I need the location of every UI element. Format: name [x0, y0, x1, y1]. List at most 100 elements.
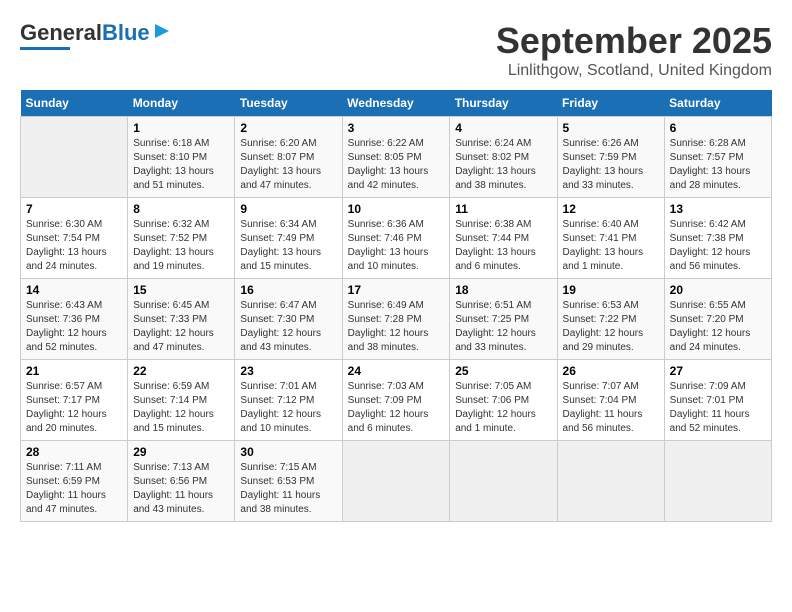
day-info: Sunrise: 6:49 AMSunset: 7:28 PMDaylight:…: [348, 299, 445, 355]
day-number: 1: [133, 121, 229, 135]
day-number: 16: [240, 283, 336, 297]
calendar-cell: 19Sunrise: 6:53 AMSunset: 7:22 PMDayligh…: [557, 279, 664, 360]
day-info: Sunrise: 6:26 AMSunset: 7:59 PMDaylight:…: [563, 137, 659, 193]
day-number: 12: [563, 202, 659, 216]
calendar-cell: 14 Sunrise: 6:43 AMSunset: 7:36 PMDayligh…: [21, 279, 128, 360]
day-info: Sunrise: 6:43 AMSunset: 7:36 PMDaylight:…: [26, 299, 122, 355]
calendar-cell: 6Sunrise: 6:28 AMSunset: 7:57 PMDaylight…: [664, 117, 771, 198]
day-number: 18: [455, 283, 551, 297]
calendar-cell: 8 Sunrise: 6:32 AMSunset: 7:52 PMDaylight…: [128, 198, 235, 279]
calendar-cell: 24 Sunrise: 7:03 AMSunset: 7:09 PMDayligh…: [342, 360, 450, 441]
day-number: 19: [563, 283, 659, 297]
calendar-week-row: 14 Sunrise: 6:43 AMSunset: 7:36 PMDayligh…: [21, 279, 772, 360]
day-number: 26: [563, 364, 659, 378]
day-info: Sunrise: 6:57 AMSunset: 7:17 PMDaylight:…: [26, 380, 122, 436]
day-number: 13: [670, 202, 766, 216]
day-info: Sunrise: 6:59 AMSunset: 7:14 PMDaylight:…: [133, 380, 229, 436]
day-number: 7: [26, 202, 122, 216]
calendar-cell: 7 Sunrise: 6:30 AMSunset: 7:54 PMDaylight…: [21, 198, 128, 279]
calendar-cell: 23 Sunrise: 7:01 AMSunset: 7:12 PMDayligh…: [235, 360, 342, 441]
calendar-cell: 9 Sunrise: 6:34 AMSunset: 7:49 PMDaylight…: [235, 198, 342, 279]
day-info: Sunrise: 7:15 AMSunset: 6:53 PMDaylight:…: [240, 461, 336, 517]
day-number: 23: [240, 364, 336, 378]
calendar-week-row: 28 Sunrise: 7:11 AMSunset: 6:59 PMDayligh…: [21, 441, 772, 522]
calendar-cell: 3 Sunrise: 6:22 AMSunset: 8:05 PMDaylight…: [342, 117, 450, 198]
calendar-cell: 17 Sunrise: 6:49 AMSunset: 7:28 PMDayligh…: [342, 279, 450, 360]
day-number: 15: [133, 283, 229, 297]
day-number: 30: [240, 445, 336, 459]
calendar-cell: 11 Sunrise: 6:38 AMSunset: 7:44 PMDayligh…: [450, 198, 557, 279]
calendar-cell: 25 Sunrise: 7:05 AMSunset: 7:06 PMDayligh…: [450, 360, 557, 441]
day-info: Sunrise: 7:05 AMSunset: 7:06 PMDaylight:…: [455, 380, 551, 436]
calendar-cell: [21, 117, 128, 198]
day-info: Sunrise: 6:32 AMSunset: 7:52 PMDaylight:…: [133, 218, 229, 274]
month-title: September 2025: [496, 20, 772, 62]
calendar-cell: 29 Sunrise: 7:13 AMSunset: 6:56 PMDayligh…: [128, 441, 235, 522]
calendar-cell: 5Sunrise: 6:26 AMSunset: 7:59 PMDaylight…: [557, 117, 664, 198]
calendar-cell: 21 Sunrise: 6:57 AMSunset: 7:17 PMDayligh…: [21, 360, 128, 441]
day-number: 4: [455, 121, 551, 135]
calendar-cell: [450, 441, 557, 522]
day-number: 25: [455, 364, 551, 378]
logo: GeneralBlue: [20, 20, 171, 50]
calendar-cell: 10Sunrise: 6:36 AMSunset: 7:46 PMDayligh…: [342, 198, 450, 279]
day-info: Sunrise: 7:11 AMSunset: 6:59 PMDaylight:…: [26, 461, 122, 517]
day-info: Sunrise: 6:55 AMSunset: 7:20 PMDaylight:…: [670, 299, 766, 355]
calendar-cell: [557, 441, 664, 522]
day-info: Sunrise: 6:20 AMSunset: 8:07 PMDaylight:…: [240, 137, 336, 193]
calendar-cell: 12 Sunrise: 6:40 AMSunset: 7:41 PMDayligh…: [557, 198, 664, 279]
day-info: Sunrise: 7:13 AMSunset: 6:56 PMDaylight:…: [133, 461, 229, 517]
day-number: 3: [348, 121, 445, 135]
day-info: Sunrise: 6:24 AMSunset: 8:02 PMDaylight:…: [455, 137, 551, 193]
logo-icon: [153, 22, 171, 40]
day-number: 24: [348, 364, 445, 378]
day-info: Sunrise: 6:38 AMSunset: 7:44 PMDaylight:…: [455, 218, 551, 274]
location: Linlithgow, Scotland, United Kingdom: [496, 62, 772, 80]
column-header-friday: Friday: [557, 90, 664, 117]
calendar-cell: 20 Sunrise: 6:55 AMSunset: 7:20 PMDayligh…: [664, 279, 771, 360]
column-header-wednesday: Wednesday: [342, 90, 450, 117]
day-number: 22: [133, 364, 229, 378]
calendar-table: SundayMondayTuesdayWednesdayThursdayFrid…: [20, 90, 772, 522]
page-header: GeneralBlue September 2025 Linlithgow, S…: [20, 20, 772, 80]
day-number: 11: [455, 202, 551, 216]
day-info: Sunrise: 6:34 AMSunset: 7:49 PMDaylight:…: [240, 218, 336, 274]
day-info: Sunrise: 7:07 AMSunset: 7:04 PMDaylight:…: [563, 380, 659, 436]
logo-underline: [20, 47, 70, 50]
day-number: 29: [133, 445, 229, 459]
day-info: Sunrise: 6:30 AMSunset: 7:54 PMDaylight:…: [26, 218, 122, 274]
day-number: 28: [26, 445, 122, 459]
day-number: 6: [670, 121, 766, 135]
calendar-header-row: SundayMondayTuesdayWednesdayThursdayFrid…: [21, 90, 772, 117]
calendar-cell: 13Sunrise: 6:42 AMSunset: 7:38 PMDayligh…: [664, 198, 771, 279]
calendar-cell: 30 Sunrise: 7:15 AMSunset: 6:53 PMDayligh…: [235, 441, 342, 522]
day-info: Sunrise: 7:01 AMSunset: 7:12 PMDaylight:…: [240, 380, 336, 436]
day-number: 10: [348, 202, 445, 216]
calendar-cell: 4 Sunrise: 6:24 AMSunset: 8:02 PMDaylight…: [450, 117, 557, 198]
calendar-cell: 26 Sunrise: 7:07 AMSunset: 7:04 PMDayligh…: [557, 360, 664, 441]
day-number: 9: [240, 202, 336, 216]
calendar-cell: 16Sunrise: 6:47 AMSunset: 7:30 PMDayligh…: [235, 279, 342, 360]
calendar-cell: 22 Sunrise: 6:59 AMSunset: 7:14 PMDayligh…: [128, 360, 235, 441]
day-info: Sunrise: 6:45 AMSunset: 7:33 PMDaylight:…: [133, 299, 229, 355]
calendar-cell: 2 Sunrise: 6:20 AMSunset: 8:07 PMDaylight…: [235, 117, 342, 198]
day-info: Sunrise: 6:40 AMSunset: 7:41 PMDaylight:…: [563, 218, 659, 274]
day-number: 17: [348, 283, 445, 297]
column-header-tuesday: Tuesday: [235, 90, 342, 117]
day-number: 20: [670, 283, 766, 297]
day-number: 27: [670, 364, 766, 378]
calendar-cell: 18Sunrise: 6:51 AMSunset: 7:25 PMDayligh…: [450, 279, 557, 360]
title-section: September 2025 Linlithgow, Scotland, Uni…: [496, 20, 772, 80]
day-number: 8: [133, 202, 229, 216]
day-info: Sunrise: 7:03 AMSunset: 7:09 PMDaylight:…: [348, 380, 445, 436]
day-number: 14: [26, 283, 122, 297]
calendar-cell: 15 Sunrise: 6:45 AMSunset: 7:33 PMDayligh…: [128, 279, 235, 360]
calendar-week-row: 1 Sunrise: 6:18 AMSunset: 8:10 PMDaylight…: [21, 117, 772, 198]
day-info: Sunrise: 6:22 AMSunset: 8:05 PMDaylight:…: [348, 137, 445, 193]
calendar-cell: [664, 441, 771, 522]
day-number: 21: [26, 364, 122, 378]
day-number: 2: [240, 121, 336, 135]
calendar-cell: 1 Sunrise: 6:18 AMSunset: 8:10 PMDaylight…: [128, 117, 235, 198]
day-info: Sunrise: 6:18 AMSunset: 8:10 PMDaylight:…: [133, 137, 229, 193]
calendar-cell: 28 Sunrise: 7:11 AMSunset: 6:59 PMDayligh…: [21, 441, 128, 522]
